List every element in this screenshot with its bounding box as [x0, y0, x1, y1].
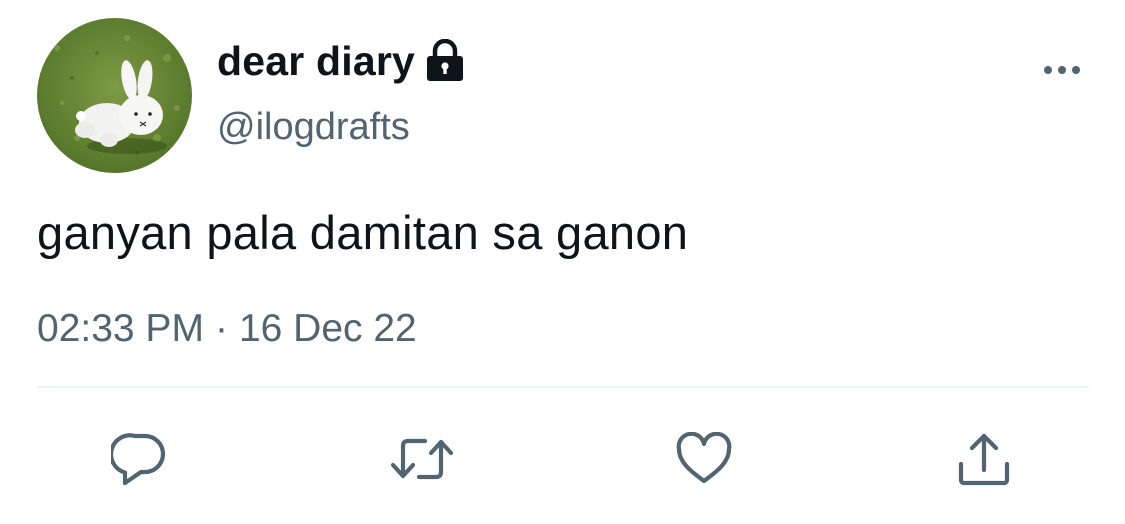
author-handle[interactable]: @ilogdrafts: [217, 104, 410, 150]
like-button[interactable]: [673, 428, 735, 490]
more-button[interactable]: [1040, 56, 1084, 84]
retweet-button[interactable]: [391, 428, 453, 490]
reply-icon: [111, 433, 166, 486]
display-name[interactable]: dear diary: [217, 36, 415, 86]
tweet-text: ganyan pala damitan sa ganon: [37, 206, 689, 259]
tweet-timestamp[interactable]: 02:33 PM · 16 Dec 22: [37, 306, 417, 352]
tweet-time: 02:33 PM: [37, 307, 204, 350]
retweet-icon: [391, 438, 453, 480]
author-name-row: dear diary: [217, 36, 465, 86]
lock-icon: [425, 39, 465, 83]
share-button[interactable]: [953, 428, 1015, 490]
tweet-date: 16 Dec 22: [238, 307, 417, 350]
divider: [37, 386, 1089, 388]
reply-button[interactable]: [109, 428, 171, 490]
more-dots-icon: [1044, 66, 1080, 74]
tweet-actions: [0, 428, 1125, 490]
share-icon: [958, 433, 1010, 486]
bunny-on-grass-avatar: [37, 18, 192, 173]
meta-separator: ·: [214, 307, 228, 350]
avatar[interactable]: [37, 18, 192, 173]
heart-icon: [676, 432, 732, 484]
